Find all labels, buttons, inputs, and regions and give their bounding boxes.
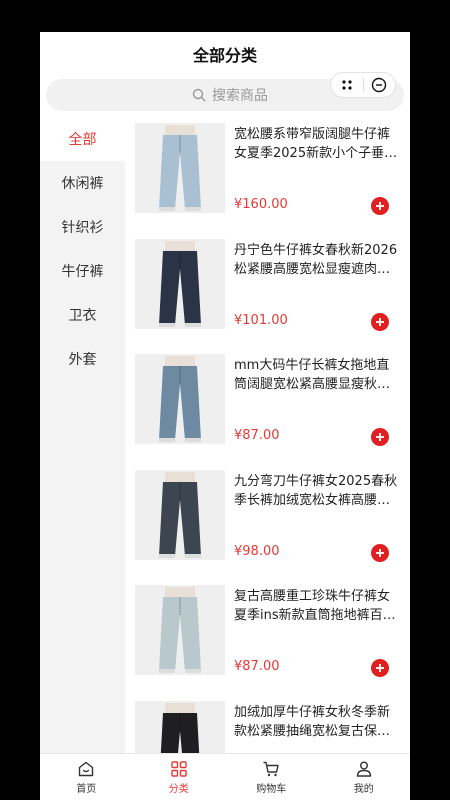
category-sidebar: 全部 休闲裤 针织衫 牛仔裤 卫衣 外套 [40, 117, 125, 753]
close-mini-program-button[interactable] [363, 73, 395, 97]
add-to-cart-button[interactable] [371, 197, 389, 215]
sidebar-item-hoodies[interactable]: 卫衣 [40, 293, 125, 337]
plus-icon [376, 664, 384, 672]
product-card[interactable]: mm大码牛仔长裤女拖地直筒阔腿宽松紧高腰显瘦秋… ¥87.00 [125, 354, 410, 464]
sidebar-item-label: 全部 [68, 132, 97, 148]
sidebar-item-label: 牛仔裤 [61, 264, 104, 280]
plus-icon [376, 318, 384, 326]
tab-label: 购物车 [256, 783, 287, 795]
mini-program-capsule [330, 72, 396, 98]
tab-home[interactable]: 首页 [40, 754, 133, 800]
tab-label: 首页 [76, 783, 97, 795]
search-placeholder: 搜索商品 [212, 88, 268, 104]
product-card[interactable]: 加绒加厚牛仔裤女秋冬季新款松紧腰抽绳宽松复古保… [125, 701, 410, 753]
product-image [135, 701, 225, 753]
tab-category[interactable]: 分类 [133, 754, 226, 800]
plus-icon [376, 202, 384, 210]
tab-label: 我的 [353, 783, 374, 795]
product-price: ¥160.00 [234, 197, 288, 212]
add-to-cart-button[interactable] [371, 428, 389, 446]
product-image [135, 585, 225, 675]
search-icon [192, 88, 206, 102]
product-card[interactable]: 宽松腰系带窄版阔腿牛仔裤女夏季2025新款小个子垂… ¥160.00 [125, 123, 410, 233]
sidebar-item-all[interactable]: 全部 [40, 117, 125, 161]
more-dots-icon [342, 80, 352, 90]
product-card[interactable]: 九分弯刀牛仔裤女2025春秋季长裤加绒宽松女裤高腰… ¥98.00 [125, 470, 410, 580]
product-image [135, 123, 225, 213]
product-name: 复古高腰重工珍珠牛仔裤女夏季ins新款直筒拖地裤百… [234, 589, 396, 623]
close-circle-icon [372, 77, 387, 93]
product-list: 宽松腰系带窄版阔腿牛仔裤女夏季2025新款小个子垂… ¥160.00 丹宁色牛仔… [125, 117, 410, 753]
product-image [135, 354, 225, 444]
product-name: 丹宁色牛仔裤女春秋新2026松紧腰高腰宽松显瘦遮肉… [234, 243, 398, 277]
app-screen: 全部分类 搜索商品 全部 休闲裤 针织衫 牛仔裤 卫衣 外套 宽松腰系带窄版阔腿… [40, 32, 410, 800]
product-card[interactable]: 复古高腰重工珍珠牛仔裤女夏季ins新款直筒拖地裤百… ¥87.00 [125, 585, 410, 695]
add-to-cart-button[interactable] [371, 313, 389, 331]
plus-icon [376, 549, 384, 557]
plus-icon [376, 433, 384, 441]
bottom-tab-bar: 首页 分类 购物车 我的 [40, 753, 410, 800]
home-icon [79, 761, 94, 776]
product-image [135, 239, 225, 329]
page-title: 全部分类 [192, 46, 257, 65]
sidebar-item-casual-pants[interactable]: 休闲裤 [40, 161, 125, 205]
tab-label: 分类 [168, 783, 189, 795]
add-to-cart-button[interactable] [371, 659, 389, 677]
add-to-cart-button[interactable] [371, 544, 389, 562]
tab-cart[interactable]: 购物车 [225, 754, 318, 800]
sidebar-item-label: 休闲裤 [61, 176, 104, 192]
sidebar-item-label: 针织衫 [61, 220, 104, 236]
product-price: ¥101.00 [234, 313, 288, 328]
product-name: mm大码牛仔长裤女拖地直筒阔腿宽松紧高腰显瘦秋… [234, 358, 391, 392]
product-name: 宽松腰系带窄版阔腿牛仔裤女夏季2025新款小个子垂… [234, 127, 398, 161]
product-image [135, 470, 225, 560]
sidebar-item-coats[interactable]: 外套 [40, 337, 125, 381]
product-price: ¥87.00 [234, 428, 280, 443]
tab-profile[interactable]: 我的 [318, 754, 411, 800]
sidebar-item-knitwear[interactable]: 针织衫 [40, 205, 125, 249]
search-placeholder-wrap: 搜索商品 [192, 85, 268, 105]
product-name: 九分弯刀牛仔裤女2025春秋季长裤加绒宽松女裤高腰… [234, 474, 398, 508]
product-price: ¥87.00 [234, 659, 280, 674]
user-icon [356, 761, 371, 777]
sidebar-item-label: 外套 [68, 352, 97, 368]
more-menu-button[interactable] [331, 73, 363, 97]
sidebar-item-label: 卫衣 [68, 308, 97, 324]
product-card[interactable]: 丹宁色牛仔裤女春秋新2026松紧腰高腰宽松显瘦遮肉… ¥101.00 [125, 239, 410, 349]
category-icon [171, 760, 187, 777]
product-price: ¥98.00 [234, 544, 280, 559]
cart-icon [263, 761, 279, 776]
product-name: 加绒加厚牛仔裤女秋冬季新款松紧腰抽绳宽松复古保… [234, 705, 391, 739]
sidebar-item-jeans[interactable]: 牛仔裤 [40, 249, 125, 293]
